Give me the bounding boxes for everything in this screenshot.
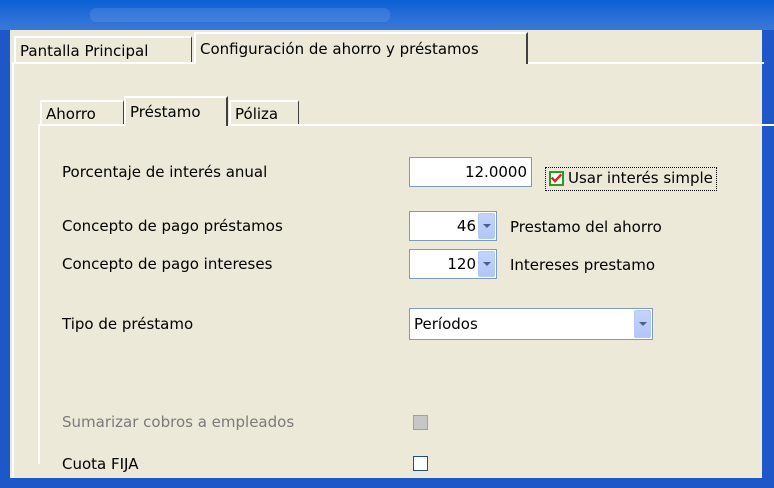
interest-concept-label: Concepto de pago intereses: [62, 255, 273, 273]
window-frame-bottom: [0, 478, 774, 488]
loan-concept-label: Concepto de pago préstamos: [62, 217, 283, 235]
tab-label: Pantalla Principal: [20, 42, 149, 60]
tab-label: Ahorro: [46, 105, 96, 123]
tab-poliza[interactable]: Póliza: [229, 100, 299, 124]
tab-prestamo[interactable]: Préstamo: [124, 96, 228, 126]
interest-concept-description: Intereses prestamo: [510, 256, 655, 274]
summarize-charges-label: Sumarizar cobros a empleados: [62, 413, 295, 431]
loan-concept-combo[interactable]: 46: [409, 211, 497, 241]
window-frame-left: [0, 30, 10, 488]
title-bar: [0, 0, 774, 30]
fixed-fee-label: Cuota FIJA: [62, 455, 139, 473]
loan-type-select[interactable]: Períodos: [409, 308, 653, 340]
tab-label: Configuración de ahorro y préstamos: [200, 40, 479, 58]
checkbox-checked-icon: [549, 171, 564, 186]
loan-type-value: Períodos: [414, 315, 478, 333]
dropdown-arrow-icon[interactable]: [478, 213, 495, 239]
loan-concept-value: 46: [456, 217, 476, 235]
dropdown-arrow-icon[interactable]: [634, 310, 651, 338]
interest-concept-combo[interactable]: 120: [409, 249, 497, 279]
interest-concept-value: 120: [447, 255, 476, 273]
loan-concept-description: Prestamo del ahorro: [510, 218, 662, 236]
interest-rate-input[interactable]: 12.0000: [409, 157, 532, 187]
tab-configuracion[interactable]: Configuración de ahorro y préstamos: [194, 32, 528, 64]
tab-label: Préstamo: [130, 103, 201, 121]
tab-pantalla-principal[interactable]: Pantalla Principal: [14, 36, 192, 62]
loan-type-label: Tipo de préstamo: [62, 315, 194, 333]
tab-label: Póliza: [235, 105, 279, 123]
summarize-charges-checkbox: [413, 415, 428, 430]
fixed-fee-checkbox[interactable]: [413, 456, 428, 471]
simple-interest-label: Usar interés simple: [568, 169, 713, 187]
dropdown-arrow-icon[interactable]: [478, 251, 495, 277]
interest-rate-label: Porcentaje de interés anual: [62, 163, 268, 181]
tab-ahorro[interactable]: Ahorro: [40, 100, 124, 124]
simple-interest-checkbox[interactable]: Usar interés simple: [545, 167, 717, 191]
